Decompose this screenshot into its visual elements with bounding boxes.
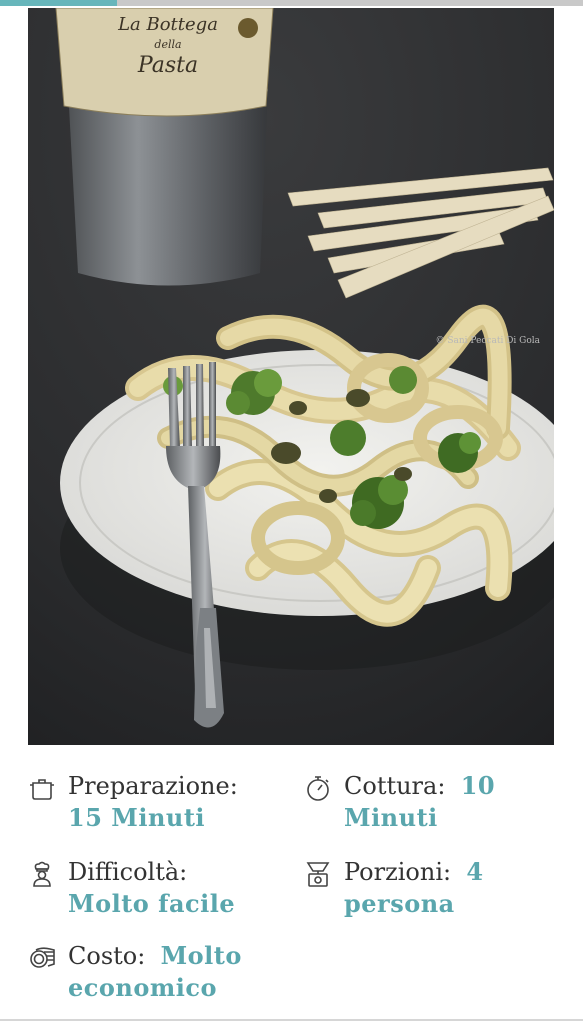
photo-watermark: © Sani Peccati Di Gola [435, 336, 540, 346]
cook-value-inline: 10 [460, 771, 496, 800]
cost-label: Costo: [68, 942, 146, 970]
recipe-info-grid: Preparazione: 15 Minuti Cottura: 10 Minu… [28, 770, 554, 1010]
reading-progress-bar [0, 0, 583, 6]
chef-icon [33, 861, 51, 887]
servings-value-inline: 4 [466, 857, 484, 886]
package-label-line2: della [154, 38, 181, 51]
difficulty-value: Molto facile [68, 889, 236, 918]
reading-progress-fill [0, 0, 117, 6]
cost-value-inline: Molto [160, 941, 242, 970]
prep-label: Preparazione: [68, 772, 238, 800]
recipe-photo: La Bottega della Pasta © Sani Peccati Di… [28, 8, 554, 745]
servings-value: persona [344, 889, 455, 918]
cooking-pot-icon [30, 779, 54, 800]
stopwatch-icon [307, 776, 329, 801]
pasta-tin: La Bottega della Pasta [55, 8, 274, 286]
kitchen-scale-icon [306, 862, 330, 887]
difficulty-label: Difficoltà: [68, 858, 188, 886]
prep-value: 15 Minuti [68, 803, 206, 832]
coins-icon [30, 947, 55, 968]
cook-value: Minuti [344, 803, 438, 832]
bottom-divider [0, 1019, 583, 1021]
servings-label: Porzioni: [344, 858, 452, 886]
package-label-line3: Pasta [137, 53, 198, 78]
cost-value: economico [68, 973, 217, 1002]
cook-label: Cottura: [344, 772, 446, 800]
package-label-line1: La Bottega [117, 14, 218, 35]
